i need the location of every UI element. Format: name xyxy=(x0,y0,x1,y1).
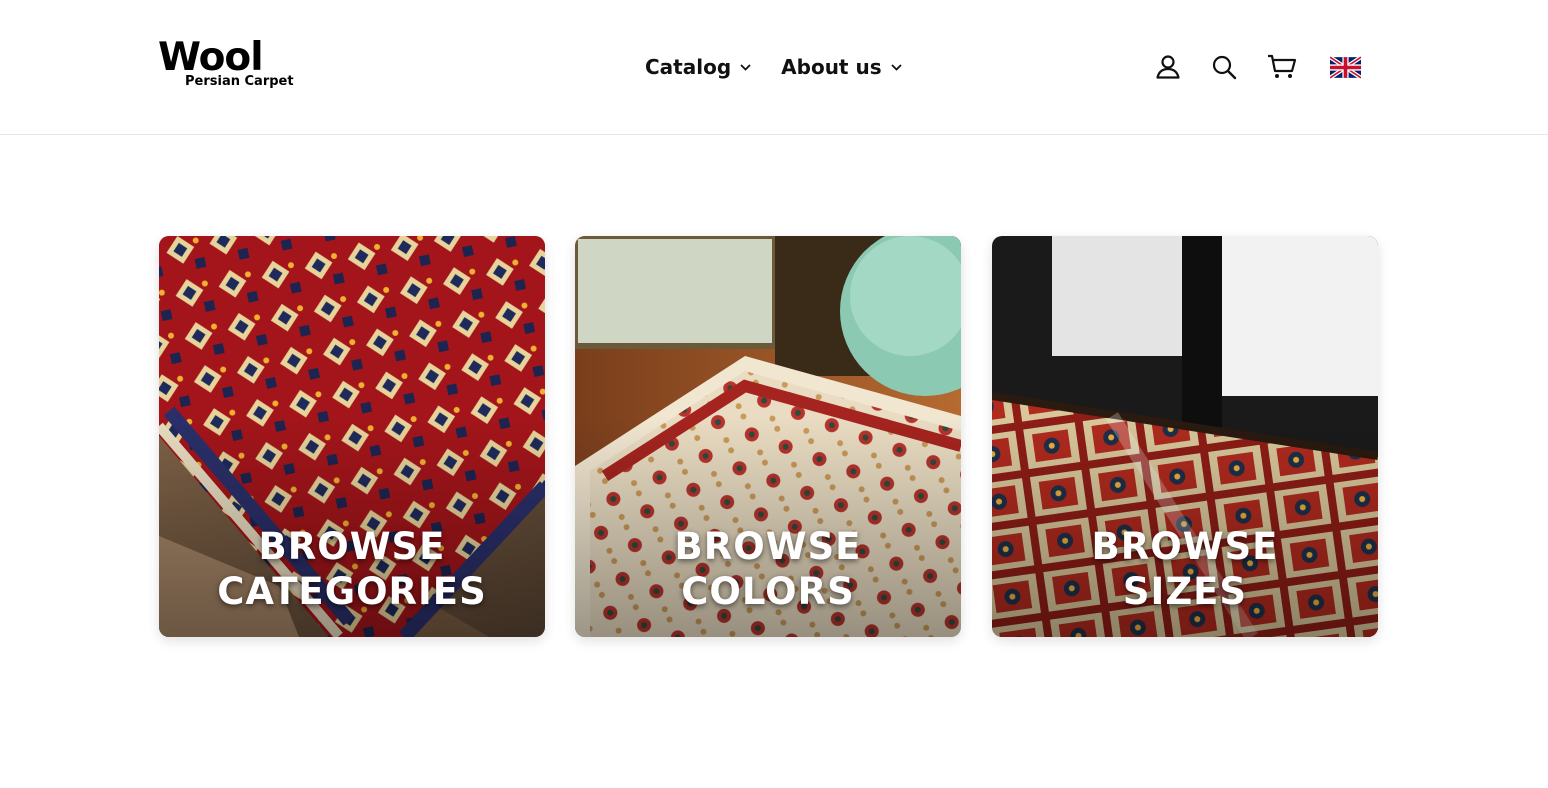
nav-catalog-label: Catalog xyxy=(645,55,732,79)
browse-sizes-title: BROWSE SIZES xyxy=(992,524,1378,614)
browse-cards: BROWSE CATEGORIES BROWSE COLORS BROWSE S… xyxy=(159,236,1379,638)
cart-icon xyxy=(1268,54,1297,78)
browse-categories-title: BROWSE CATEGORIES xyxy=(159,524,545,614)
card-title-line2: CATEGORIES xyxy=(217,570,487,613)
chevron-down-icon xyxy=(890,63,902,71)
browse-colors-card[interactable]: BROWSE COLORS xyxy=(575,236,961,637)
account-icon xyxy=(1156,55,1180,79)
card-title-line2: SIZES xyxy=(1122,570,1248,613)
main-nav: Catalog About us xyxy=(645,50,902,84)
cart-button[interactable] xyxy=(1267,52,1297,82)
search-button[interactable] xyxy=(1209,52,1239,82)
card-title-line2: COLORS xyxy=(681,570,855,613)
chevron-down-icon xyxy=(740,63,751,71)
browse-sizes-card[interactable]: BROWSE SIZES xyxy=(992,236,1378,637)
browse-categories-card[interactable]: BROWSE CATEGORIES xyxy=(159,236,545,637)
site-header: Wool Persian Carpet Catalog About us xyxy=(0,0,1548,135)
browse-colors-title: BROWSE COLORS xyxy=(575,524,961,614)
card-title-line1: BROWSE xyxy=(674,525,862,568)
uk-flag-icon xyxy=(1329,55,1361,79)
account-button[interactable] xyxy=(1153,52,1183,82)
brand-tagline: Persian Carpet xyxy=(185,74,294,89)
nav-about-us-label: About us xyxy=(781,55,882,79)
language-selector[interactable] xyxy=(1329,52,1361,82)
nav-catalog[interactable]: Catalog xyxy=(645,50,751,84)
card-title-line1: BROWSE xyxy=(1091,525,1279,568)
search-icon xyxy=(1212,55,1237,80)
card-title-line1: BROWSE xyxy=(258,525,446,568)
nav-about-us[interactable]: About us xyxy=(781,50,902,84)
brand-name: Wool xyxy=(158,35,264,80)
brand-logo[interactable]: Wool Persian Carpet xyxy=(158,38,298,94)
header-icons xyxy=(1153,52,1365,82)
